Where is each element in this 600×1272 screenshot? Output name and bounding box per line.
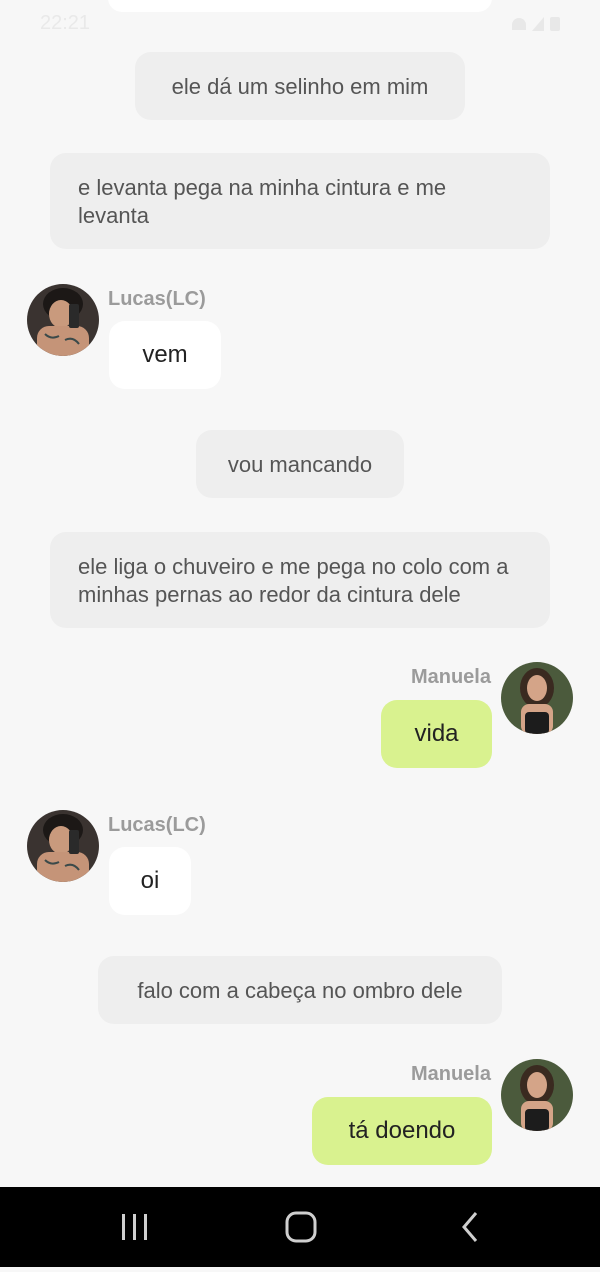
sender-name: Manuela (410, 666, 491, 688)
previous-message-edge (108, 0, 492, 12)
message-text: tá doendo (348, 1117, 456, 1144)
narration-message: falo com a cabeça no ombro dele (98, 956, 502, 1024)
status-icons (512, 17, 560, 31)
message-text: vida (414, 720, 459, 747)
narration-text: ele liga o chuveiro e me pega no colo co… (78, 554, 509, 607)
avatar-manuela-image (501, 662, 573, 734)
battery-icon (550, 17, 560, 31)
navigation-bar (0, 1187, 600, 1267)
narration-text: ele dá um selinho em mim (171, 74, 429, 99)
sender-name: Manuela (410, 1063, 491, 1085)
sender-name: Lucas(LC) (108, 814, 206, 836)
message-bubble-outgoing[interactable]: tá doendo (312, 1097, 492, 1165)
avatar-lucas[interactable] (27, 284, 99, 356)
narration-text: vou mancando (227, 452, 373, 477)
narration-message: ele liga o chuveiro e me pega no colo co… (50, 532, 550, 628)
signal-icon (532, 17, 544, 31)
avatar-manuela[interactable] (501, 662, 573, 734)
narration-message: e levanta pega na minha cintura e me lev… (50, 153, 550, 249)
message-text: vem (142, 341, 188, 368)
message-bubble-incoming[interactable]: oi (109, 847, 191, 915)
narration-text: e levanta pega na minha cintura e me lev… (78, 175, 447, 228)
status-time: 22:21 (40, 12, 91, 34)
avatar-manuela[interactable] (501, 1059, 573, 1131)
recent-apps-button[interactable] (94, 1187, 174, 1267)
back-button[interactable] (430, 1187, 510, 1267)
recent-apps-icon (122, 1214, 147, 1240)
message-bubble-incoming[interactable]: vem (109, 321, 221, 389)
narration-text: falo com a cabeça no ombro dele (137, 978, 463, 1003)
message-bubble-outgoing[interactable]: vida (381, 700, 492, 768)
sender-name: Lucas(LC) (108, 288, 206, 310)
message-text: oi (140, 867, 160, 894)
narration-message: vou mancando (196, 430, 404, 498)
home-icon (285, 1211, 317, 1243)
avatar-lucas[interactable] (27, 810, 99, 882)
home-button[interactable] (261, 1187, 341, 1267)
avatar-lucas-image (27, 810, 99, 882)
narration-message: ele dá um selinho em mim (135, 52, 465, 120)
back-icon (462, 1212, 478, 1242)
avatar-manuela-image (501, 1059, 573, 1131)
wifi-icon (512, 18, 526, 30)
avatar-lucas-image (27, 284, 99, 356)
